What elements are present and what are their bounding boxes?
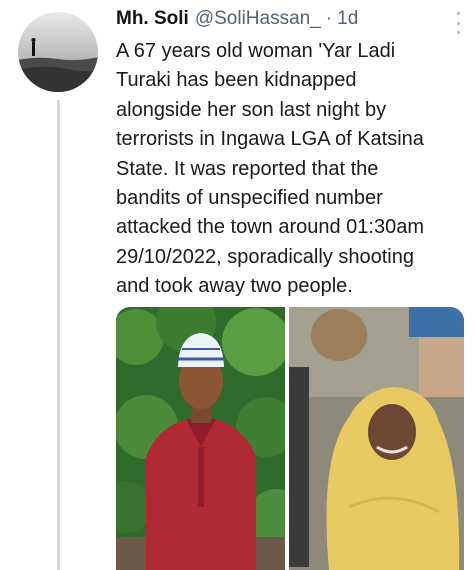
separator-dot: · — [325, 8, 333, 29]
tweet-text-line: State. It was reported that the — [116, 157, 379, 180]
tweet-text-line: attacked the town around 01:30am — [116, 216, 424, 239]
photo-woman-image — [289, 307, 464, 570]
media-photo-woman[interactable] — [289, 307, 464, 570]
tweet-header: Mh. Soli @SoliHassan_ · 1d — [116, 8, 358, 36]
tweet-text-line: alongside her son last night by — [116, 98, 387, 121]
tweet[interactable]: Mh. Soli @SoliHassan_ · 1d A 67 years ol… — [0, 0, 475, 570]
tweet-text-line: bandits of unspecified number — [116, 187, 383, 210]
media-photo-son[interactable] — [116, 307, 285, 570]
tweet-text-line: and took away two people. — [116, 275, 353, 298]
tweet-text-line: A 67 years old woman 'Yar Ladi — [116, 40, 396, 62]
tweet-timestamp[interactable]: 1d — [337, 8, 358, 30]
avatar-image — [18, 12, 98, 92]
more-options-icon[interactable] — [452, 12, 464, 34]
tweet-text-line: Turaki has been kidnapped — [116, 69, 357, 92]
tweet-media — [116, 307, 464, 570]
author-handle[interactable]: @SoliHassan_ — [195, 8, 321, 30]
author-avatar[interactable] — [18, 12, 98, 92]
tweet-text-line: terrorists in Ingawa LGA of Katsina — [116, 128, 424, 151]
thread-line — [57, 100, 60, 570]
tweet-text: A 67 years old woman 'Yar Ladi Turaki ha… — [116, 37, 464, 302]
tweet-text-line: 29/10/2022, sporadically shooting — [116, 245, 414, 268]
photo-son-image — [116, 307, 285, 570]
author-name[interactable]: Mh. Soli — [116, 8, 189, 30]
